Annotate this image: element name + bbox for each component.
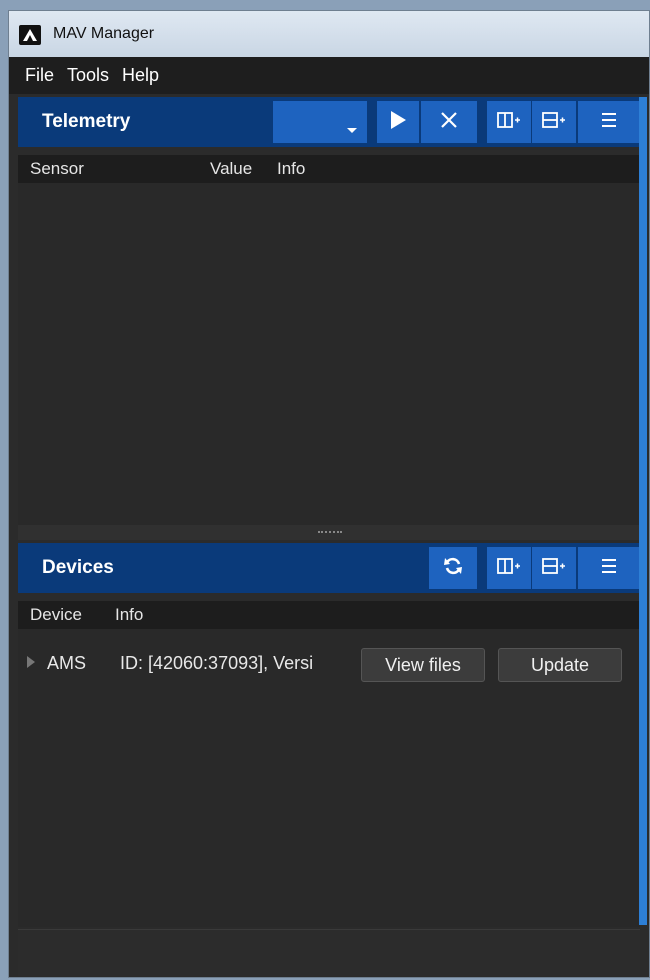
device-name: AMS bbox=[47, 653, 87, 673]
window-title: MAV Manager bbox=[53, 25, 155, 42]
device-info: ID: [42060:37093], Versi bbox=[120, 653, 314, 673]
column-info[interactable]: Info bbox=[277, 159, 305, 179]
devices-menu-button[interactable] bbox=[578, 547, 640, 589]
column-device[interactable]: Device bbox=[30, 605, 82, 625]
add-row-icon bbox=[542, 557, 566, 580]
add-column-button[interactable] bbox=[487, 101, 531, 143]
hamburger-menu-icon bbox=[601, 112, 617, 133]
splitter-grip-icon bbox=[318, 531, 342, 535]
column-sensor[interactable]: Sensor bbox=[30, 159, 84, 179]
app-logo-icon bbox=[19, 25, 41, 45]
telemetry-table-body bbox=[18, 183, 640, 525]
devices-add-row-button[interactable] bbox=[532, 547, 576, 589]
expand-arrow-icon[interactable] bbox=[26, 655, 36, 674]
telemetry-column-header: Sensor Value Info bbox=[18, 155, 640, 183]
telemetry-title: Telemetry bbox=[42, 111, 131, 132]
app-window: MAV Manager File Tools Help Telemetry Se… bbox=[8, 10, 650, 978]
add-row-icon bbox=[542, 111, 566, 134]
table-row[interactable]: AMS ID: [42060:37093], Versi View files … bbox=[18, 641, 640, 682]
play-button[interactable] bbox=[377, 101, 419, 143]
telemetry-menu-button[interactable] bbox=[578, 101, 640, 143]
telemetry-header: Telemetry bbox=[18, 97, 640, 147]
add-column-icon bbox=[497, 111, 521, 134]
devices-column-header: Device Info bbox=[18, 601, 640, 629]
menu-bar: File Tools Help bbox=[9, 57, 649, 94]
devices-table-body: AMS ID: [42060:37093], Versi View files … bbox=[18, 629, 640, 927]
devices-add-column-button[interactable] bbox=[487, 547, 531, 589]
panel-splitter[interactable] bbox=[18, 525, 640, 540]
stop-button[interactable] bbox=[421, 101, 477, 143]
refresh-icon bbox=[443, 556, 463, 581]
column-value[interactable]: Value bbox=[210, 159, 252, 179]
refresh-devices-button[interactable] bbox=[429, 547, 477, 589]
play-icon bbox=[389, 110, 407, 135]
view-files-button[interactable]: View files bbox=[361, 648, 485, 682]
add-row-button[interactable] bbox=[532, 101, 576, 143]
update-button[interactable]: Update bbox=[498, 648, 622, 682]
menu-help[interactable]: Help bbox=[122, 65, 159, 86]
column-info[interactable]: Info bbox=[115, 605, 143, 625]
menu-file[interactable]: File bbox=[25, 65, 54, 86]
hamburger-menu-icon bbox=[601, 558, 617, 579]
devices-header: Devices bbox=[18, 543, 640, 593]
telemetry-source-dropdown[interactable] bbox=[273, 101, 367, 143]
devices-title: Devices bbox=[42, 557, 114, 578]
vertical-scrollbar[interactable] bbox=[639, 97, 647, 925]
add-column-icon bbox=[497, 557, 521, 580]
menu-tools[interactable]: Tools bbox=[67, 65, 109, 86]
chevron-down-icon bbox=[347, 121, 357, 139]
close-icon bbox=[440, 111, 458, 134]
status-bar bbox=[18, 929, 640, 976]
title-bar[interactable]: MAV Manager bbox=[9, 11, 649, 57]
